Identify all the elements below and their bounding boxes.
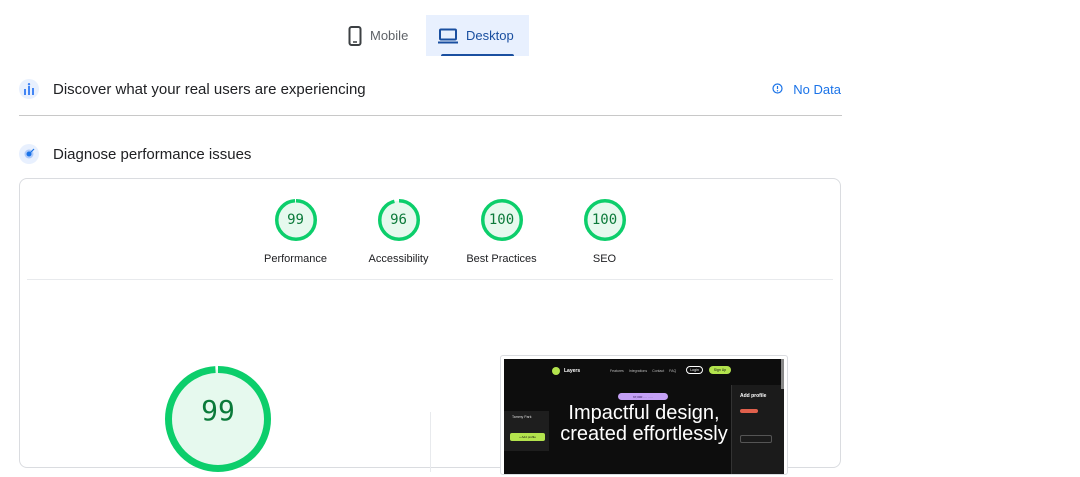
- tab-desktop-label: Desktop: [466, 28, 514, 43]
- target-icon: [19, 144, 39, 164]
- thumb-card-name: Tammy Park: [512, 415, 532, 419]
- score-ring: 96: [377, 199, 420, 241]
- thumb-nav-links: Features Integrations Contact FAQ: [610, 369, 676, 373]
- thumb-side-title: Add profile: [740, 393, 767, 399]
- thumb-card-button: + Add profile: [510, 433, 545, 441]
- thumb-logo: Layers: [552, 367, 580, 375]
- score-value: 100: [591, 212, 618, 228]
- thumb-nav-link: Integrations: [628, 369, 648, 373]
- thumb-headline-line: created effortlessly: [560, 423, 728, 445]
- performance-main-gauge: 99: [165, 366, 271, 472]
- thumb-signup: Sign Up: [709, 366, 731, 374]
- device-tabs: Mobile Desktop: [336, 15, 529, 56]
- score-value: 96: [390, 212, 407, 228]
- gauge-best-practices[interactable]: 100 Best Practices: [450, 199, 553, 265]
- phone-icon: [348, 25, 362, 46]
- lighthouse-report-card: 99 Performance 96 Accessibility 100 Best…: [19, 178, 841, 475]
- score-label: Best Practices: [466, 253, 537, 265]
- score-label: Accessibility: [368, 253, 429, 265]
- thumb-brand: Layers: [564, 368, 581, 374]
- thumb-side-input: [740, 435, 772, 443]
- lab-data-title: Diagnose performance issues: [53, 145, 252, 163]
- thumb-side-button: [740, 409, 758, 413]
- thumb-login: Login: [686, 366, 703, 374]
- score-label: SEO: [592, 253, 617, 265]
- no-data-status[interactable]: No Data: [772, 82, 841, 97]
- field-data-title: Discover what your real users are experi…: [53, 80, 366, 98]
- thumb-nav-link: FAQ: [669, 369, 677, 373]
- score-value: 99: [287, 212, 304, 228]
- score-value: 100: [488, 212, 515, 228]
- thumb-headline: Impactful design, created effortlessly: [544, 403, 744, 445]
- score-label: Performance: [264, 253, 327, 265]
- thumb-pill: 67,000 ···· ·····: [618, 393, 668, 400]
- score-ring: 100: [583, 199, 626, 241]
- no-data-label: No Data: [793, 81, 841, 97]
- gauge-seo[interactable]: 100 SEO: [553, 199, 656, 265]
- lab-data-header: Diagnose performance issues: [19, 143, 842, 165]
- section-divider: [19, 115, 842, 116]
- thumb-headline-line: Impactful design,: [568, 402, 720, 424]
- field-data-header[interactable]: Discover what your real users are experi…: [19, 78, 842, 100]
- column-divider: [430, 412, 431, 472]
- thumb-side-panel: Add profile: [731, 385, 784, 474]
- score-ring: 99: [274, 199, 317, 241]
- tab-desktop[interactable]: Desktop: [426, 15, 529, 56]
- score-gauges: 99 Performance 96 Accessibility 100 Best…: [244, 199, 656, 265]
- score-ring: 100: [480, 199, 523, 241]
- card-divider: [27, 279, 833, 280]
- info-icon: [772, 82, 783, 97]
- page-screenshot-thumbnail[interactable]: Layers Features Integrations Contact FAQ…: [500, 355, 788, 475]
- gauge-performance[interactable]: 99 Performance: [244, 199, 347, 265]
- thumb-profile-card: Tammy Park + Add profile: [504, 411, 549, 451]
- users-chart-icon: [19, 79, 39, 99]
- gauge-accessibility[interactable]: 96 Accessibility: [347, 199, 450, 265]
- laptop-icon: [438, 28, 458, 44]
- thumb-nav-link: Features: [610, 369, 624, 373]
- thumbnail-page: Layers Features Integrations Contact FAQ…: [504, 359, 784, 474]
- tab-mobile[interactable]: Mobile: [336, 15, 426, 56]
- thumb-scrollbar: [781, 359, 784, 389]
- leaf-icon: [552, 367, 560, 375]
- main-score-value: 99: [201, 394, 235, 427]
- thumb-nav-link: Contact: [652, 369, 665, 373]
- tab-mobile-label: Mobile: [370, 28, 409, 43]
